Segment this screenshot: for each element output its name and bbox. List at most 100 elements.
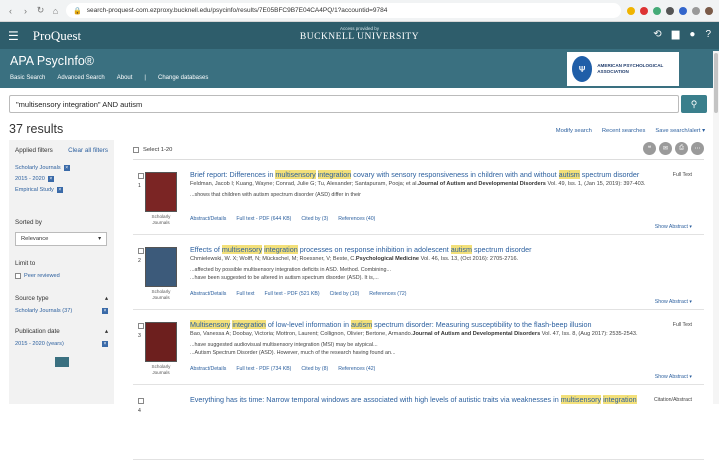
filter-chip[interactable]: Scholarly Journals × (15, 165, 70, 171)
scroll-thumb[interactable] (714, 53, 718, 113)
user-icon[interactable]: ● (689, 29, 695, 40)
result-link[interactable]: Cited by (10) (330, 291, 360, 297)
back-icon[interactable]: ‹ (6, 6, 15, 16)
extension-icon[interactable] (666, 6, 674, 15)
recent-searches-link[interactable]: Recent searches (602, 128, 646, 134)
folder-icon[interactable]: ▆ (672, 29, 680, 40)
filter-chip[interactable]: Empirical Study × (15, 187, 63, 193)
title-segment: multisensory (221, 245, 263, 254)
extension-icon[interactable] (692, 6, 700, 15)
help-icon[interactable]: ? (705, 29, 711, 40)
result-number: 1 (138, 183, 141, 189)
peer-reviewed-checkbox[interactable]: Peer reviewed (15, 273, 108, 279)
advanced-search-link[interactable]: Advanced Search (57, 75, 104, 81)
home-icon[interactable]: ⌂ (51, 6, 60, 16)
clear-filters-link[interactable]: Clear all filters (68, 147, 108, 154)
cite-icon[interactable]: ❝ (643, 142, 656, 155)
chevron-up-icon[interactable]: ▴ (105, 295, 108, 302)
title-segment: Everything has its time: Narrow temporal… (190, 395, 561, 404)
result-title[interactable]: Everything has its time: Narrow temporal… (190, 395, 650, 404)
result-link[interactable]: Abstract/Details (190, 291, 226, 297)
change-databases-link[interactable]: Change databases (158, 75, 208, 81)
print-icon[interactable]: ⎙ (675, 142, 688, 155)
search-input[interactable] (9, 95, 679, 113)
result-link[interactable]: Cited by (3) (301, 216, 328, 222)
result-link[interactable]: Full text (236, 291, 254, 297)
result-title[interactable]: Effects of multisensory integration proc… (190, 245, 650, 254)
browser-toolbar: ‹ › ↻ ⌂ 🔒 search-proquest-com.ezproxy.bu… (0, 0, 719, 22)
snippet-line: ...have been suggested to be altered in … (190, 275, 379, 282)
extension-icon[interactable] (679, 6, 687, 15)
result-link[interactable]: Abstract/Details (190, 366, 226, 372)
close-icon[interactable]: × (63, 165, 70, 171)
availability-label: Full Text (672, 172, 692, 178)
close-icon[interactable]: × (102, 341, 108, 347)
reload-icon[interactable]: ↻ (36, 5, 45, 16)
source-type-filter[interactable]: Scholarly Journals (37) × (15, 308, 108, 314)
extension-icon[interactable] (653, 6, 661, 15)
snippet-line: ...have suggested audiovisual multisenso… (190, 342, 378, 348)
address-bar[interactable]: 🔒 search-proquest-com.ezproxy.bucknell.e… (66, 3, 621, 18)
title-segment: autism (558, 170, 580, 179)
journal-title[interactable]: Psychological Medicine (356, 256, 419, 262)
checkbox[interactable] (15, 273, 21, 279)
result-checkbox[interactable] (138, 323, 144, 329)
search-button[interactable]: ⚲ (681, 95, 707, 113)
snippet-line: ...Autism Spectrum Disorder (ASD). Howev… (190, 350, 396, 357)
result-item: 4 Everything has its time: Narrow tempora… (133, 385, 704, 460)
result-link[interactable]: References (40) (338, 216, 375, 222)
title-segment: multisensory (275, 170, 316, 179)
lock-icon: 🔒 (73, 7, 82, 15)
journal-thumbnail[interactable] (145, 247, 177, 287)
result-checkbox[interactable] (138, 398, 144, 404)
show-abstract-link[interactable]: Show Abstract ▾ (655, 224, 692, 230)
title-segment: processes on response inhibition in adol… (297, 245, 451, 254)
scrollbar[interactable] (713, 51, 719, 404)
journal-thumbnail[interactable] (145, 172, 177, 212)
date-slider-handle[interactable] (55, 357, 69, 367)
forward-icon[interactable]: › (21, 6, 30, 16)
result-link[interactable]: Full text - PDF (644 KB) (236, 216, 291, 222)
result-title[interactable]: Multisensory integration of low-level in… (190, 320, 650, 329)
select-all-checkbox[interactable] (133, 146, 139, 153)
modify-search-link[interactable]: Modify search (556, 128, 592, 134)
about-link[interactable]: About (117, 75, 133, 81)
result-link[interactable]: Full text - PDF (734 KB) (236, 366, 291, 372)
email-icon[interactable]: ✉ (659, 142, 672, 155)
result-link[interactable]: References (72) (369, 291, 406, 297)
result-link[interactable]: References (42) (338, 366, 375, 372)
history-icon[interactable]: ⟲ (653, 29, 661, 40)
apa-logo-text: AMERICAN PSYCHOLOGICAL ASSOCIATION (597, 63, 664, 74)
filter-chip[interactable]: 2015 - 2020 × (15, 176, 54, 182)
result-checkbox[interactable] (138, 173, 144, 179)
result-checkbox[interactable] (138, 248, 144, 254)
date-filter[interactable]: 2015 - 2020 (years) × (15, 341, 108, 347)
database-name: APA PsycInfo® (10, 54, 95, 68)
close-icon[interactable]: × (47, 176, 54, 182)
result-link[interactable]: Cited by (8) (301, 366, 328, 372)
show-abstract-link[interactable]: Show Abstract ▾ (655, 374, 692, 380)
source-type-value: Scholarly Journals (37) (15, 308, 73, 314)
star-icon[interactable] (627, 6, 635, 15)
show-abstract-link[interactable]: Show Abstract ▾ (655, 299, 692, 305)
availability-label: Full Text (672, 322, 692, 328)
select-all-label: Select 1-20 (143, 146, 173, 153)
chevron-up-icon[interactable]: ▴ (105, 328, 108, 335)
result-link[interactable]: Full text - PDF (521 KB) (265, 291, 320, 297)
journal-title[interactable]: Journal of Autism and Developmental Diso… (418, 181, 546, 187)
result-citation: Chmielewski, W. X; Wolff, N; Mückschel, … (190, 256, 670, 262)
save-search-link[interactable]: Save search/alert ▾ (655, 128, 705, 134)
result-citation: Bao, Vanessa A; Doobay, Victoria; Mottro… (190, 331, 670, 337)
journal-title[interactable]: Journal of Autism and Developmental Diso… (412, 331, 540, 337)
result-link[interactable]: Abstract/Details (190, 216, 226, 222)
basic-search-link[interactable]: Basic Search (10, 75, 45, 81)
journal-thumbnail[interactable] (145, 322, 177, 362)
applied-filters-title: Applied filters (15, 147, 53, 154)
sort-select[interactable]: Relevance ▾ (15, 232, 107, 246)
close-icon[interactable]: × (102, 308, 108, 314)
close-icon[interactable]: × (56, 187, 63, 193)
profile-avatar[interactable] (705, 6, 713, 15)
more-icon[interactable]: ⋯ (691, 142, 704, 155)
extension-icon[interactable] (640, 6, 648, 15)
result-title[interactable]: Brief report: Differences in multisensor… (190, 170, 650, 179)
